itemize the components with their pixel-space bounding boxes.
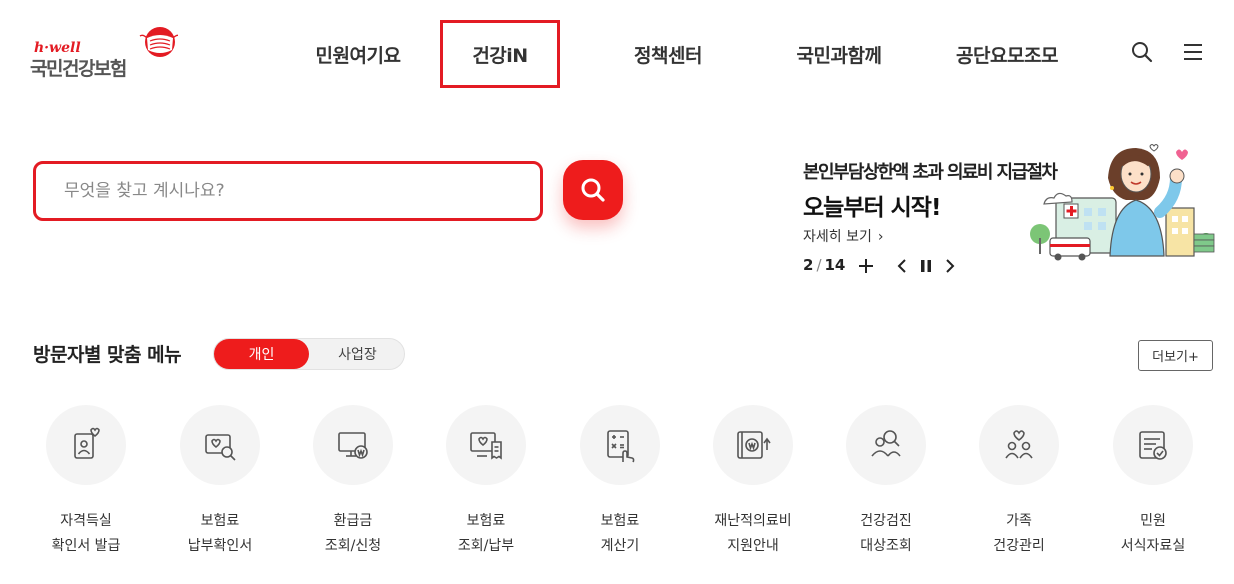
menu-icon-circle xyxy=(846,405,926,485)
menu-label-line1: 민원 xyxy=(1140,513,1166,529)
menu-label-line1: 가족 xyxy=(1006,513,1032,529)
pause-icon[interactable] xyxy=(916,256,936,276)
section-title-visitor-menu: 방문자별 맞춤 메뉴 xyxy=(33,344,182,366)
menu-label-line2: 서식자료실 xyxy=(1120,538,1186,554)
menu-item-refund-inquiry[interactable]: 환급금 조회/신청 xyxy=(293,405,413,559)
menu-icon-circle xyxy=(446,405,526,485)
banner-title-line2: 오늘부터 시작! xyxy=(803,195,941,221)
document-check-icon xyxy=(1139,431,1167,460)
banner-illustration-woman-hospital xyxy=(1030,144,1215,261)
plus-icon[interactable] xyxy=(856,256,876,276)
menu-label: 건강검진 대상조회 xyxy=(826,509,946,559)
banner-more-label: 자세히 보기 xyxy=(803,229,872,245)
menu-label: 재난적의료비 지원안내 xyxy=(693,509,813,559)
banner-title-line1: 본인부담상한액 초과 의료비 지급절차 xyxy=(803,162,1058,183)
chevron-left-icon[interactable] xyxy=(892,256,912,276)
banner-current: 2 xyxy=(803,256,814,274)
menu-item-premium-inquiry-payment[interactable]: 보험료 조회/납부 xyxy=(426,405,546,559)
menu-label-line1: 건강검진 xyxy=(860,513,912,529)
menu-label-line2: 조회/납부 xyxy=(457,538,515,554)
menu-item-catastrophic-medical-support[interactable]: 재난적의료비 지원안내 xyxy=(693,405,813,559)
chevron-right-icon: › xyxy=(877,229,884,245)
tab-business[interactable]: 사업장 xyxy=(310,339,405,369)
nav-item-policy-center[interactable]: 정책센터 xyxy=(598,20,738,88)
calculator-hand-icon xyxy=(607,430,635,463)
search-icon[interactable] xyxy=(1130,40,1154,64)
banner-counter-separator: / xyxy=(816,256,822,274)
menu-label: 보험료 조회/납부 xyxy=(426,509,546,559)
chevron-right-icon[interactable] xyxy=(940,256,960,276)
search-input[interactable] xyxy=(64,181,504,201)
menu-label-line2: 확인서 발급 xyxy=(51,538,121,554)
menu-icon-circle xyxy=(713,405,793,485)
menu-icon-circle xyxy=(580,405,660,485)
search-box xyxy=(33,161,543,221)
nhis-logo[interactable]: h·well 국민건강보험 xyxy=(30,26,180,80)
menu-label-line2: 건강관리 xyxy=(993,538,1045,554)
banner-more-link[interactable]: 자세히 보기 › xyxy=(803,226,883,246)
document-search-icon xyxy=(205,434,236,461)
nav-item-with-people[interactable]: 국민과함께 xyxy=(766,20,912,88)
banner-counter: 2/14 xyxy=(803,256,845,274)
search-button[interactable] xyxy=(563,160,623,220)
menu-label-line1: 보험료 xyxy=(466,513,506,529)
menu-item-premium-payment-certificate[interactable]: 보험료 납부확인서 xyxy=(160,405,280,559)
monitor-receipt-icon xyxy=(470,432,502,460)
nav-item-health-in[interactable]: 건강iN xyxy=(440,20,560,88)
search-icon xyxy=(581,178,605,202)
id-card-heart-icon xyxy=(74,427,100,459)
menu-label-line1: 자격득실 xyxy=(60,513,112,529)
menu-icon-circle xyxy=(180,405,260,485)
wallet-won-icon xyxy=(737,431,771,459)
logo-mask-mark-icon xyxy=(139,27,178,57)
banner-total: 14 xyxy=(824,256,846,274)
hamburger-menu-icon[interactable] xyxy=(1181,40,1205,64)
menu-item-premium-calculator[interactable]: 보험료 계산기 xyxy=(560,405,680,559)
menu-label-line1: 재난적의료비 xyxy=(714,513,792,529)
menu-item-qualification-certificate[interactable]: 자격득실 확인서 발급 xyxy=(26,405,146,559)
monitor-won-icon xyxy=(338,432,368,459)
menu-label-line1: 보험료 xyxy=(600,513,640,529)
menu-icon-circle xyxy=(1113,405,1193,485)
tab-personal[interactable]: 개인 xyxy=(214,339,309,369)
family-heart-icon xyxy=(1005,430,1033,459)
people-search-icon xyxy=(871,430,901,457)
menu-label-line2: 대상조회 xyxy=(860,538,912,554)
menu-label: 민원 서식자료실 xyxy=(1093,509,1213,559)
menu-label-line1: 환급금 xyxy=(333,513,373,529)
menu-icon-circle xyxy=(46,405,126,485)
menu-icon-circle xyxy=(313,405,393,485)
menu-item-health-checkup-inquiry[interactable]: 건강검진 대상조회 xyxy=(826,405,946,559)
menu-item-civil-forms-library[interactable]: 민원 서식자료실 xyxy=(1093,405,1213,559)
menu-label: 보험료 계산기 xyxy=(560,509,680,559)
visitor-type-toggle: 개인 사업장 xyxy=(213,338,405,370)
nav-item-about[interactable]: 공단요모조모 xyxy=(936,20,1078,88)
more-button[interactable]: 더보기+ xyxy=(1138,340,1213,371)
logo-name-text: 국민건강보험 xyxy=(30,58,127,80)
menu-item-family-health[interactable]: 가족 건강관리 xyxy=(959,405,1079,559)
menu-label: 환급금 조회/신청 xyxy=(293,509,413,559)
menu-label-line2: 지원안내 xyxy=(727,538,779,554)
menu-label: 자격득실 확인서 발급 xyxy=(26,509,146,559)
nav-item-minwon[interactable]: 민원여기요 xyxy=(290,20,426,88)
menu-label-line2: 조회/신청 xyxy=(324,538,382,554)
menu-label-line2: 계산기 xyxy=(600,538,640,554)
menu-label-line1: 보험료 xyxy=(200,513,240,529)
menu-label: 보험료 납부확인서 xyxy=(160,509,280,559)
menu-label: 가족 건강관리 xyxy=(959,509,1079,559)
menu-icon-circle xyxy=(979,405,1059,485)
menu-label-line2: 납부확인서 xyxy=(187,538,253,554)
